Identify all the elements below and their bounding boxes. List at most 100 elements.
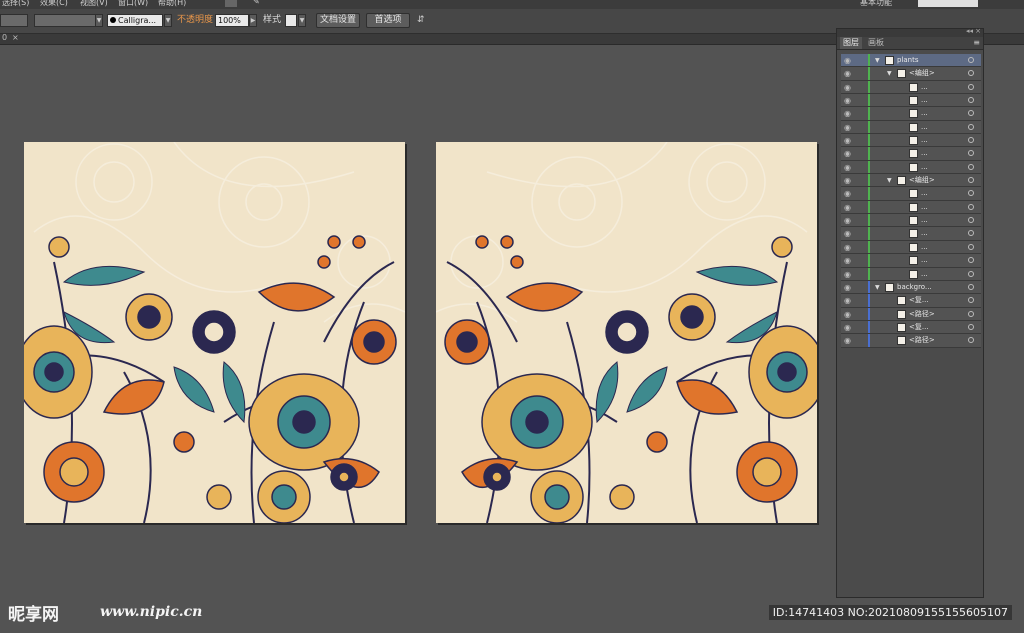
layer-name[interactable]: ... [921, 122, 928, 133]
visibility-eye-icon[interactable]: ◉ [844, 270, 851, 279]
artboard-right[interactable] [436, 142, 817, 523]
visibility-eye-icon[interactable]: ◉ [844, 176, 851, 185]
visibility-eye-icon[interactable]: ◉ [844, 69, 851, 78]
layer-name[interactable]: ... [921, 215, 928, 226]
target-circle-icon[interactable] [968, 123, 974, 130]
layer-name[interactable]: ... [921, 135, 928, 146]
layer-name[interactable]: <复... [909, 322, 929, 333]
visibility-eye-icon[interactable]: ◉ [844, 229, 851, 238]
menu-effect[interactable]: 效果(C) [40, 0, 68, 8]
layer-name[interactable]: <路径> [909, 309, 935, 320]
layer-row[interactable]: ◉... [841, 267, 981, 281]
layer-row[interactable]: ◉ ▼ backgro... [841, 280, 981, 295]
target-circle-icon[interactable] [968, 57, 974, 63]
target-circle-icon[interactable] [968, 243, 974, 250]
brush-dropdown-icon[interactable]: ▼ [164, 14, 172, 27]
layer-name[interactable]: <编组> [909, 175, 935, 186]
stroke-weight-box[interactable] [0, 14, 28, 27]
opacity-input[interactable]: 100% [215, 14, 249, 27]
variable-width-profile[interactable] [34, 14, 96, 27]
target-circle-icon[interactable] [968, 110, 974, 117]
layer-row[interactable]: ◉... [841, 214, 981, 228]
artboard-left[interactable] [24, 142, 405, 523]
layer-row[interactable]: ◉... [841, 134, 981, 148]
target-circle-icon[interactable] [968, 257, 974, 264]
visibility-eye-icon[interactable]: ◉ [844, 96, 851, 105]
layer-name[interactable]: ... [921, 108, 928, 119]
opacity-dropdown-icon[interactable]: ▶ [249, 14, 257, 27]
layer-row[interactable]: ◉ ▼ <编组> [841, 174, 981, 188]
target-circle-icon[interactable] [968, 137, 974, 144]
layer-name[interactable]: ... [921, 269, 928, 280]
visibility-eye-icon[interactable]: ◉ [844, 243, 851, 252]
layer-name[interactable]: <复... [909, 295, 929, 306]
target-circle-icon[interactable] [968, 270, 974, 277]
expand-arrow-icon[interactable]: ▼ [887, 68, 892, 79]
profile-dropdown-icon[interactable]: ▼ [95, 14, 103, 27]
visibility-eye-icon[interactable]: ◉ [844, 163, 851, 172]
layer-row[interactable]: ◉... [841, 94, 981, 108]
brush-icon[interactable]: ✎ [253, 0, 260, 6]
layer-row[interactable]: ◉... [841, 254, 981, 268]
style-dropdown-icon[interactable]: ▼ [298, 14, 306, 27]
visibility-eye-icon[interactable]: ◉ [844, 56, 851, 65]
expand-arrow-icon[interactable]: ▼ [875, 282, 880, 293]
close-icon[interactable]: × [975, 27, 981, 35]
target-circle-icon[interactable] [968, 337, 974, 344]
target-circle-icon[interactable] [968, 283, 974, 290]
visibility-eye-icon[interactable]: ◉ [844, 136, 851, 145]
visibility-eye-icon[interactable]: ◉ [844, 296, 851, 305]
layer-row[interactable]: ◉... [841, 147, 981, 161]
layer-row[interactable]: ◉... [841, 227, 981, 241]
arrange-docs-icon[interactable] [225, 0, 237, 7]
target-circle-icon[interactable] [968, 217, 974, 224]
target-circle-icon[interactable] [968, 323, 974, 330]
collapse-icon[interactable]: ◂◂ [966, 27, 973, 35]
visibility-eye-icon[interactable]: ◉ [844, 310, 851, 319]
target-circle-icon[interactable] [968, 163, 974, 170]
layer-name[interactable]: ... [921, 82, 928, 93]
layer-name[interactable]: ... [921, 188, 928, 199]
tab-layers[interactable]: 图层 [840, 37, 862, 49]
target-circle-icon[interactable] [968, 177, 974, 184]
target-circle-icon[interactable] [968, 83, 974, 90]
layer-row[interactable]: ◉ <复... [841, 320, 981, 335]
layer-name[interactable]: plants [897, 55, 919, 66]
menu-view[interactable]: 视图(V) [80, 0, 108, 8]
workspace-switcher[interactable]: 基本功能 [860, 0, 892, 8]
visibility-eye-icon[interactable]: ◉ [844, 203, 851, 212]
layer-row[interactable]: ◉ ▼ plants [841, 54, 981, 68]
layer-name[interactable]: ... [921, 148, 928, 159]
target-circle-icon[interactable] [968, 97, 974, 104]
layer-name[interactable]: ... [921, 242, 928, 253]
layer-name[interactable]: backgro... [897, 282, 932, 293]
layer-name[interactable]: ... [921, 162, 928, 173]
target-circle-icon[interactable] [968, 190, 974, 197]
visibility-eye-icon[interactable]: ◉ [844, 189, 851, 198]
target-circle-icon[interactable] [968, 310, 974, 317]
visibility-eye-icon[interactable]: ◉ [844, 216, 851, 225]
visibility-eye-icon[interactable]: ◉ [844, 83, 851, 92]
menu-select[interactable]: 选择(S) [2, 0, 29, 8]
visibility-eye-icon[interactable]: ◉ [844, 323, 851, 332]
layer-row[interactable]: ◉ <路径> [841, 334, 981, 348]
panel-header[interactable]: ◂◂ × [837, 27, 983, 37]
layer-row[interactable]: ◉... [841, 120, 981, 135]
visibility-eye-icon[interactable]: ◉ [844, 109, 851, 118]
layer-row[interactable]: ◉... [841, 187, 981, 201]
menu-help[interactable]: 帮助(H) [158, 0, 186, 8]
layer-row[interactable]: ◉... [841, 80, 981, 95]
opacity-label[interactable]: 不透明度 [177, 14, 213, 26]
visibility-eye-icon[interactable]: ◉ [844, 256, 851, 265]
layer-name[interactable]: ... [921, 228, 928, 239]
search-input[interactable] [918, 0, 978, 7]
arrange-icon[interactable]: ⇵ [417, 14, 425, 26]
menu-window[interactable]: 窗口(W) [118, 0, 148, 8]
layer-row[interactable]: ◉... [841, 240, 981, 255]
layer-name[interactable]: ... [921, 202, 928, 213]
layer-row[interactable]: ◉... [841, 160, 981, 175]
target-circle-icon[interactable] [968, 297, 974, 304]
layer-row[interactable]: ◉... [841, 200, 981, 215]
brush-definition[interactable]: Calligra... [107, 14, 163, 27]
tab-close-icon[interactable]: 0 [2, 33, 7, 42]
